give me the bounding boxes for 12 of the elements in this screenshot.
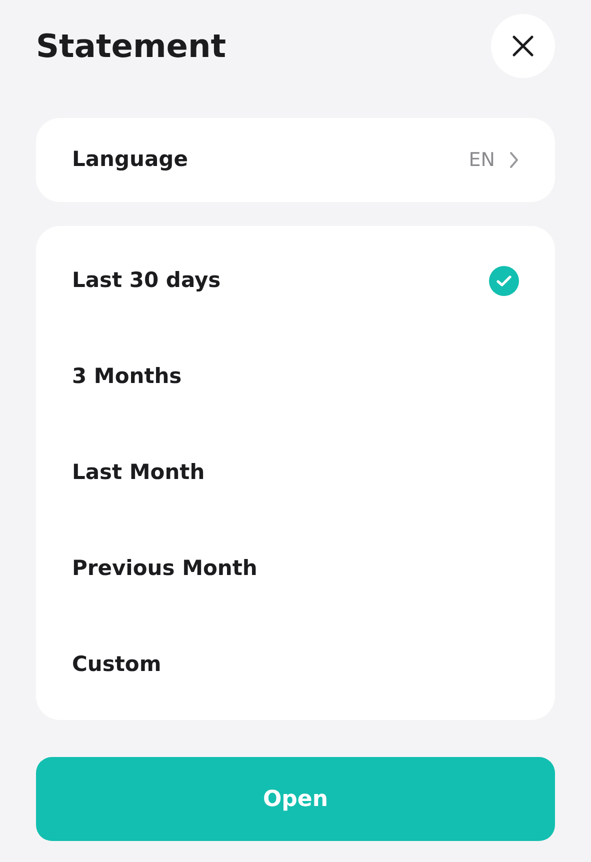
period-option[interactable]: Last Month: [72, 425, 519, 521]
period-option[interactable]: Previous Month: [72, 521, 519, 617]
close-icon: [512, 35, 534, 57]
language-value: EN: [468, 148, 495, 173]
chevron-right-icon: [509, 151, 519, 169]
language-row[interactable]: Language EN: [36, 118, 555, 202]
period-option[interactable]: Custom: [72, 617, 519, 713]
check-icon: [489, 266, 519, 296]
page-title: Statement: [36, 26, 226, 67]
period-option[interactable]: 3 Months: [72, 329, 519, 425]
language-label: Language: [72, 146, 188, 174]
period-option[interactable]: Last 30 days: [72, 233, 519, 329]
